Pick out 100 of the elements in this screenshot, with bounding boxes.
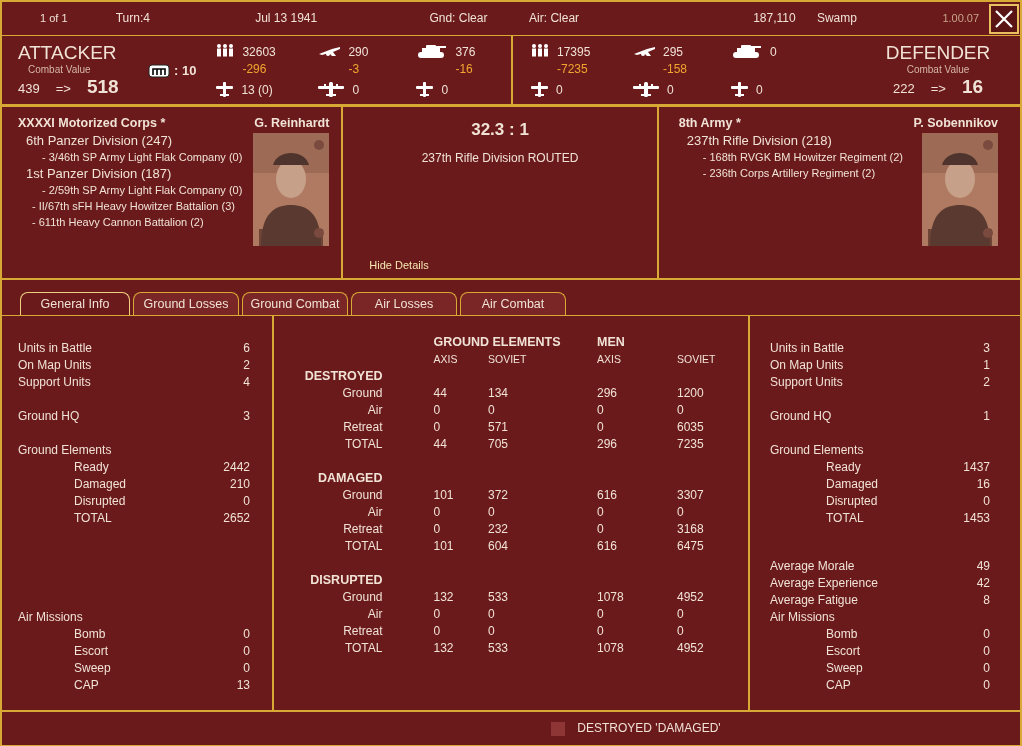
table-cell: 0	[488, 402, 597, 419]
stat-value: 49	[976, 558, 990, 575]
top-ground-label: Gnd: Clear	[429, 10, 489, 27]
stat-value: 0	[983, 626, 990, 643]
row-label: Retreat	[342, 419, 384, 436]
cannon-icon	[318, 44, 341, 57]
row-label: TOTAL	[343, 538, 384, 555]
stat-value: 1453	[963, 510, 990, 527]
table-cell-text: 0	[677, 623, 685, 640]
column-header: SOVIET	[677, 352, 717, 367]
combat-value-after: 16	[961, 78, 983, 95]
stat-label: Air Missions	[18, 609, 83, 626]
stat-label: Ground Elements	[18, 442, 112, 459]
tab[interactable]: Air Losses	[351, 292, 457, 315]
table-cell: 571	[488, 419, 597, 436]
stat-value: 376	[455, 44, 476, 61]
top-terrain-label: Swamp	[816, 10, 858, 27]
stat-label: Support Units	[770, 374, 843, 391]
column-header: SOVIET	[488, 351, 597, 368]
stat-label: TOTAL	[825, 510, 864, 527]
top-hex-location: 187,110	[753, 10, 797, 27]
close-icon	[993, 7, 1016, 30]
top-air-label: Air: Clear	[529, 10, 581, 27]
stat-label: Ground HQ	[770, 408, 832, 425]
column-header: AXIS	[408, 351, 488, 368]
fort-icon	[148, 63, 170, 78]
stat-change: -158	[663, 61, 688, 78]
tab[interactable]: General Info	[20, 292, 130, 315]
division-name: 1st Panzer Division (187)	[25, 165, 173, 182]
stat-value: 1	[983, 357, 990, 374]
table-cell: 134	[488, 385, 597, 402]
stat-value: 13	[236, 677, 250, 694]
stat-label: On Map Units	[18, 357, 92, 374]
table-cell: 0	[408, 521, 488, 538]
row-label: Retreat	[342, 623, 384, 640]
table-cell: 101	[408, 538, 488, 555]
legend-label: DESTROYED 'DAMAGED'	[577, 720, 721, 737]
stat-value: 0	[243, 626, 250, 643]
stat-value: 0	[352, 81, 360, 99]
close-button[interactable]	[989, 3, 1019, 34]
table-cell-text: 3307	[677, 487, 705, 504]
tab[interactable]: Ground Losses	[133, 292, 239, 315]
stat-label: Ready	[73, 459, 109, 476]
table-cell: 705	[488, 436, 597, 453]
table-cell: 44	[408, 385, 488, 402]
row-label: TOTAL	[343, 436, 384, 453]
table-cell-text: 0	[677, 504, 685, 521]
section-heading: DAMAGED	[316, 470, 384, 487]
stat-value: 0	[243, 660, 250, 677]
column-group-header: MEN	[597, 334, 626, 351]
stat-label: Escort	[825, 643, 860, 660]
stat-label: Ground Elements	[770, 442, 864, 459]
stat-value: 0	[556, 81, 563, 99]
table-cell: 0	[597, 623, 677, 640]
stat-value: 0	[983, 643, 990, 660]
stat-change: -296	[242, 61, 268, 78]
stat-value: 17395	[557, 44, 591, 61]
stat-label: Units in Battle	[18, 340, 93, 357]
plane-icon	[216, 81, 234, 97]
section-heading: DISRUPTED	[309, 572, 384, 589]
stat-value: 290	[348, 44, 369, 61]
stat-value: 6	[243, 340, 250, 357]
table-cell: 0	[408, 606, 488, 623]
stat-label: Damaged	[825, 476, 879, 493]
stat-value: 0	[243, 643, 250, 660]
tab[interactable]: Ground Combat	[242, 292, 348, 315]
stat-label: Ground HQ	[18, 408, 80, 425]
table-cell: 0	[408, 504, 488, 521]
hide-details-link[interactable]: Hide Details	[369, 257, 429, 274]
table-cell: 1078	[597, 589, 677, 606]
stat-label: CAP	[825, 677, 851, 694]
soldiers-icon	[216, 44, 235, 57]
combat-value-label: Combat Value	[905, 64, 971, 76]
table-cell-text: 0	[677, 402, 685, 419]
table-cell: 372	[488, 487, 597, 504]
section-heading: DESTROYED	[303, 368, 384, 385]
combat-value-label: Combat Value	[27, 64, 92, 76]
unit-name: - 3/46th SP Army Light Flak Company (0)	[41, 150, 244, 165]
stat-value: 295	[663, 44, 685, 61]
row-label: TOTAL	[343, 640, 384, 657]
table-cell: 0	[488, 623, 597, 640]
stat-value: 0	[441, 81, 449, 99]
tab[interactable]: Air Combat	[460, 292, 566, 315]
stat-label: TOTAL	[73, 510, 112, 527]
attacker-title: ATTACKER	[18, 42, 118, 64]
table-cell: 533	[488, 589, 597, 606]
column-group-header: GROUND ELEMENTS	[408, 334, 597, 351]
table-cell-text: 0	[677, 606, 685, 623]
table-cell: 296	[597, 436, 677, 453]
table-cell: 296	[597, 385, 677, 402]
combat-value-before: 439	[18, 80, 40, 97]
table-cell: 1078	[597, 640, 677, 657]
stat-value: 16	[976, 476, 990, 493]
row-label: Ground	[341, 487, 384, 504]
row-label: Retreat	[342, 521, 384, 538]
unit-name: - 611th Heavy Cannon Battalion (2)	[31, 215, 205, 230]
stat-value: 210	[229, 476, 250, 493]
stat-value: 3	[983, 340, 990, 357]
stat-label: Air Missions	[770, 609, 835, 626]
stat-value: 13 (0)	[241, 81, 273, 99]
